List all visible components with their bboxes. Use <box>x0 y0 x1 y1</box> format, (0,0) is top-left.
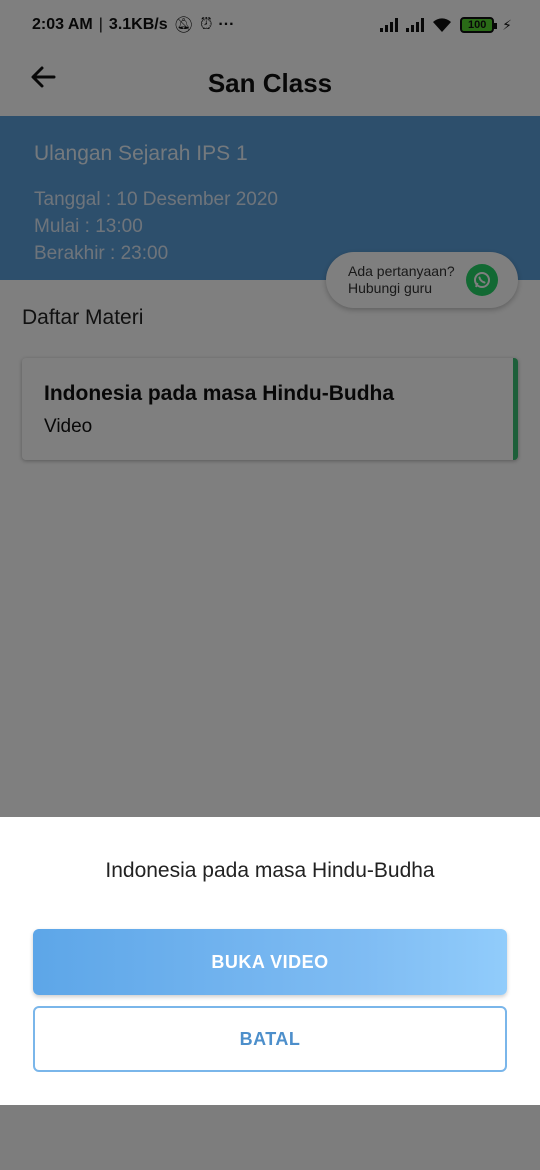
open-video-button[interactable]: BUKA VIDEO <box>33 929 507 995</box>
system-navigation-bar <box>0 1105 540 1170</box>
cancel-button[interactable]: BATAL <box>33 1006 507 1072</box>
dialog-title: Indonesia pada masa Hindu-Budha <box>105 859 435 882</box>
bottom-sheet-dialog: Indonesia pada masa Hindu-Budha BUKA VID… <box>0 817 540 1105</box>
